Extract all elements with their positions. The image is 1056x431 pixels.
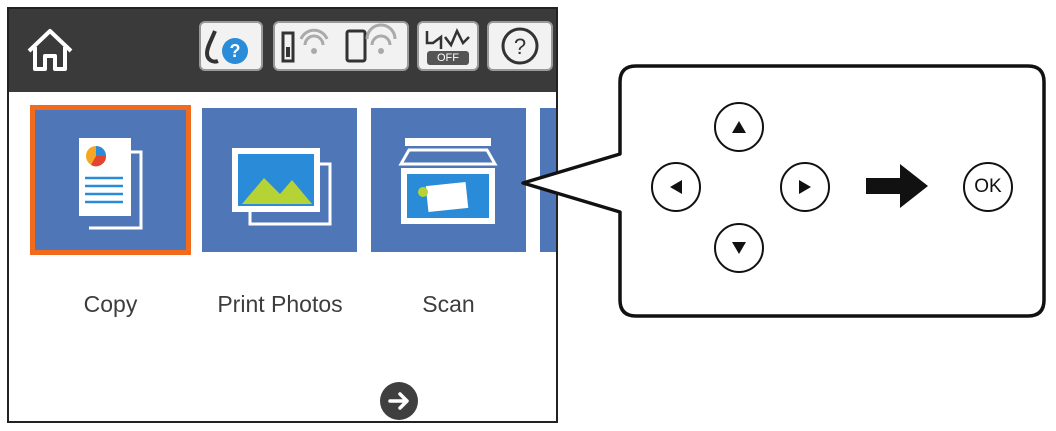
quiet-mode-off-icon[interactable]: OFF: [417, 21, 479, 71]
ok-button[interactable]: OK: [963, 162, 1013, 212]
copy-tile[interactable]: [30, 105, 191, 255]
triangle-up-icon: [732, 121, 746, 133]
photo-icon: [232, 148, 332, 226]
triangle-down-icon: [732, 242, 746, 254]
tile-label-print-photos: Print Photos: [217, 291, 343, 317]
status-bar: ? OFF ?: [9, 9, 556, 92]
home-icon[interactable]: [23, 23, 77, 77]
help-icon[interactable]: ?: [487, 21, 553, 71]
tile-label-copy: Copy: [83, 291, 138, 317]
tile-label-scan: Scan: [422, 291, 475, 317]
printer-lcd-panel: ? OFF ? Copy Print Photos Scan: [7, 7, 558, 423]
right-button[interactable]: [780, 162, 830, 212]
ink-level-icon[interactable]: ?: [199, 21, 263, 71]
up-button[interactable]: [714, 102, 764, 152]
network-status-icons[interactable]: [273, 21, 409, 71]
left-button[interactable]: [651, 162, 701, 212]
down-button[interactable]: [714, 223, 764, 273]
print-photos-tile[interactable]: [202, 108, 357, 252]
triangle-left-icon: [670, 180, 682, 194]
next-page-arrow-icon[interactable]: [379, 381, 419, 421]
scan-tile[interactable]: [371, 108, 526, 252]
off-label: OFF: [437, 52, 459, 64]
copy-icon: [79, 138, 143, 230]
next-tile-partial[interactable]: [540, 108, 556, 252]
triangle-right-icon: [799, 180, 811, 194]
scan-icon: [398, 138, 498, 224]
svg-text:?: ?: [514, 34, 526, 59]
svg-text:?: ?: [230, 41, 241, 61]
arrow-right-icon: [866, 162, 930, 215]
